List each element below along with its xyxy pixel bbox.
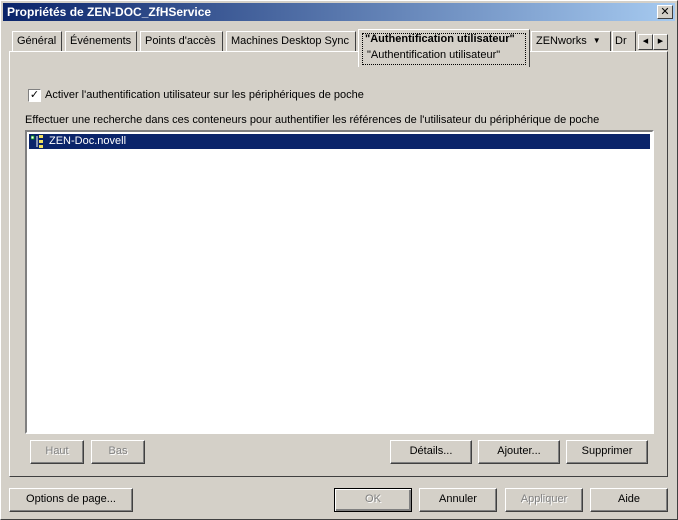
- enable-auth-label: Activer l'authentification utilisateur s…: [45, 89, 364, 101]
- tab-access-points[interactable]: Points d'accès: [140, 31, 223, 51]
- containers-list[interactable]: ZEN-Doc.novell: [25, 130, 654, 434]
- tab-sublabel: "Authentification utilisateur": [367, 49, 501, 61]
- container-tree-icon: [31, 135, 43, 148]
- add-button[interactable]: Ajouter...: [478, 440, 560, 464]
- title-bar[interactable]: Propriétés de ZEN-DOC_ZfHService ✕: [3, 3, 675, 21]
- chevron-down-icon[interactable]: ▼: [593, 32, 601, 50]
- tab-general[interactable]: Général: [12, 31, 62, 51]
- close-button[interactable]: ✕: [657, 5, 673, 19]
- details-button[interactable]: Détails...: [390, 440, 472, 464]
- container-name: ZEN-Doc.novell: [49, 135, 127, 147]
- ok-button[interactable]: OK: [334, 488, 412, 512]
- enable-auth-checkbox[interactable]: ✓: [28, 89, 41, 102]
- search-containers-label: Effectuer une recherche dans ces contene…: [25, 114, 600, 126]
- window-title: Propriétés de ZEN-DOC_ZfHService: [7, 5, 212, 19]
- tab-user-authentication[interactable]: "Authentification utilisateur" "Authenti…: [358, 29, 530, 67]
- move-down-button[interactable]: Bas: [91, 440, 145, 464]
- tab-zenworks[interactable]: ZENworks ▼: [531, 31, 611, 51]
- tab-dr[interactable]: Dr: [612, 31, 636, 51]
- remove-button[interactable]: Supprimer: [566, 440, 648, 464]
- help-button[interactable]: Aide: [590, 488, 668, 512]
- scroll-right-icon[interactable]: ▶: [653, 34, 668, 50]
- tab-desktop-sync[interactable]: Machines Desktop Sync: [226, 31, 356, 51]
- tab-scroll: ◀ ▶: [638, 34, 668, 50]
- list-item[interactable]: ZEN-Doc.novell: [29, 134, 650, 149]
- apply-button[interactable]: Appliquer: [505, 488, 583, 512]
- tab-label: "Authentification utilisateur": [365, 33, 515, 45]
- cancel-button[interactable]: Annuler: [419, 488, 497, 512]
- move-up-button[interactable]: Haut: [30, 440, 84, 464]
- tab-events[interactable]: Événements: [65, 31, 137, 51]
- scroll-left-icon[interactable]: ◀: [638, 34, 653, 50]
- page-options-button[interactable]: Options de page...: [9, 488, 133, 512]
